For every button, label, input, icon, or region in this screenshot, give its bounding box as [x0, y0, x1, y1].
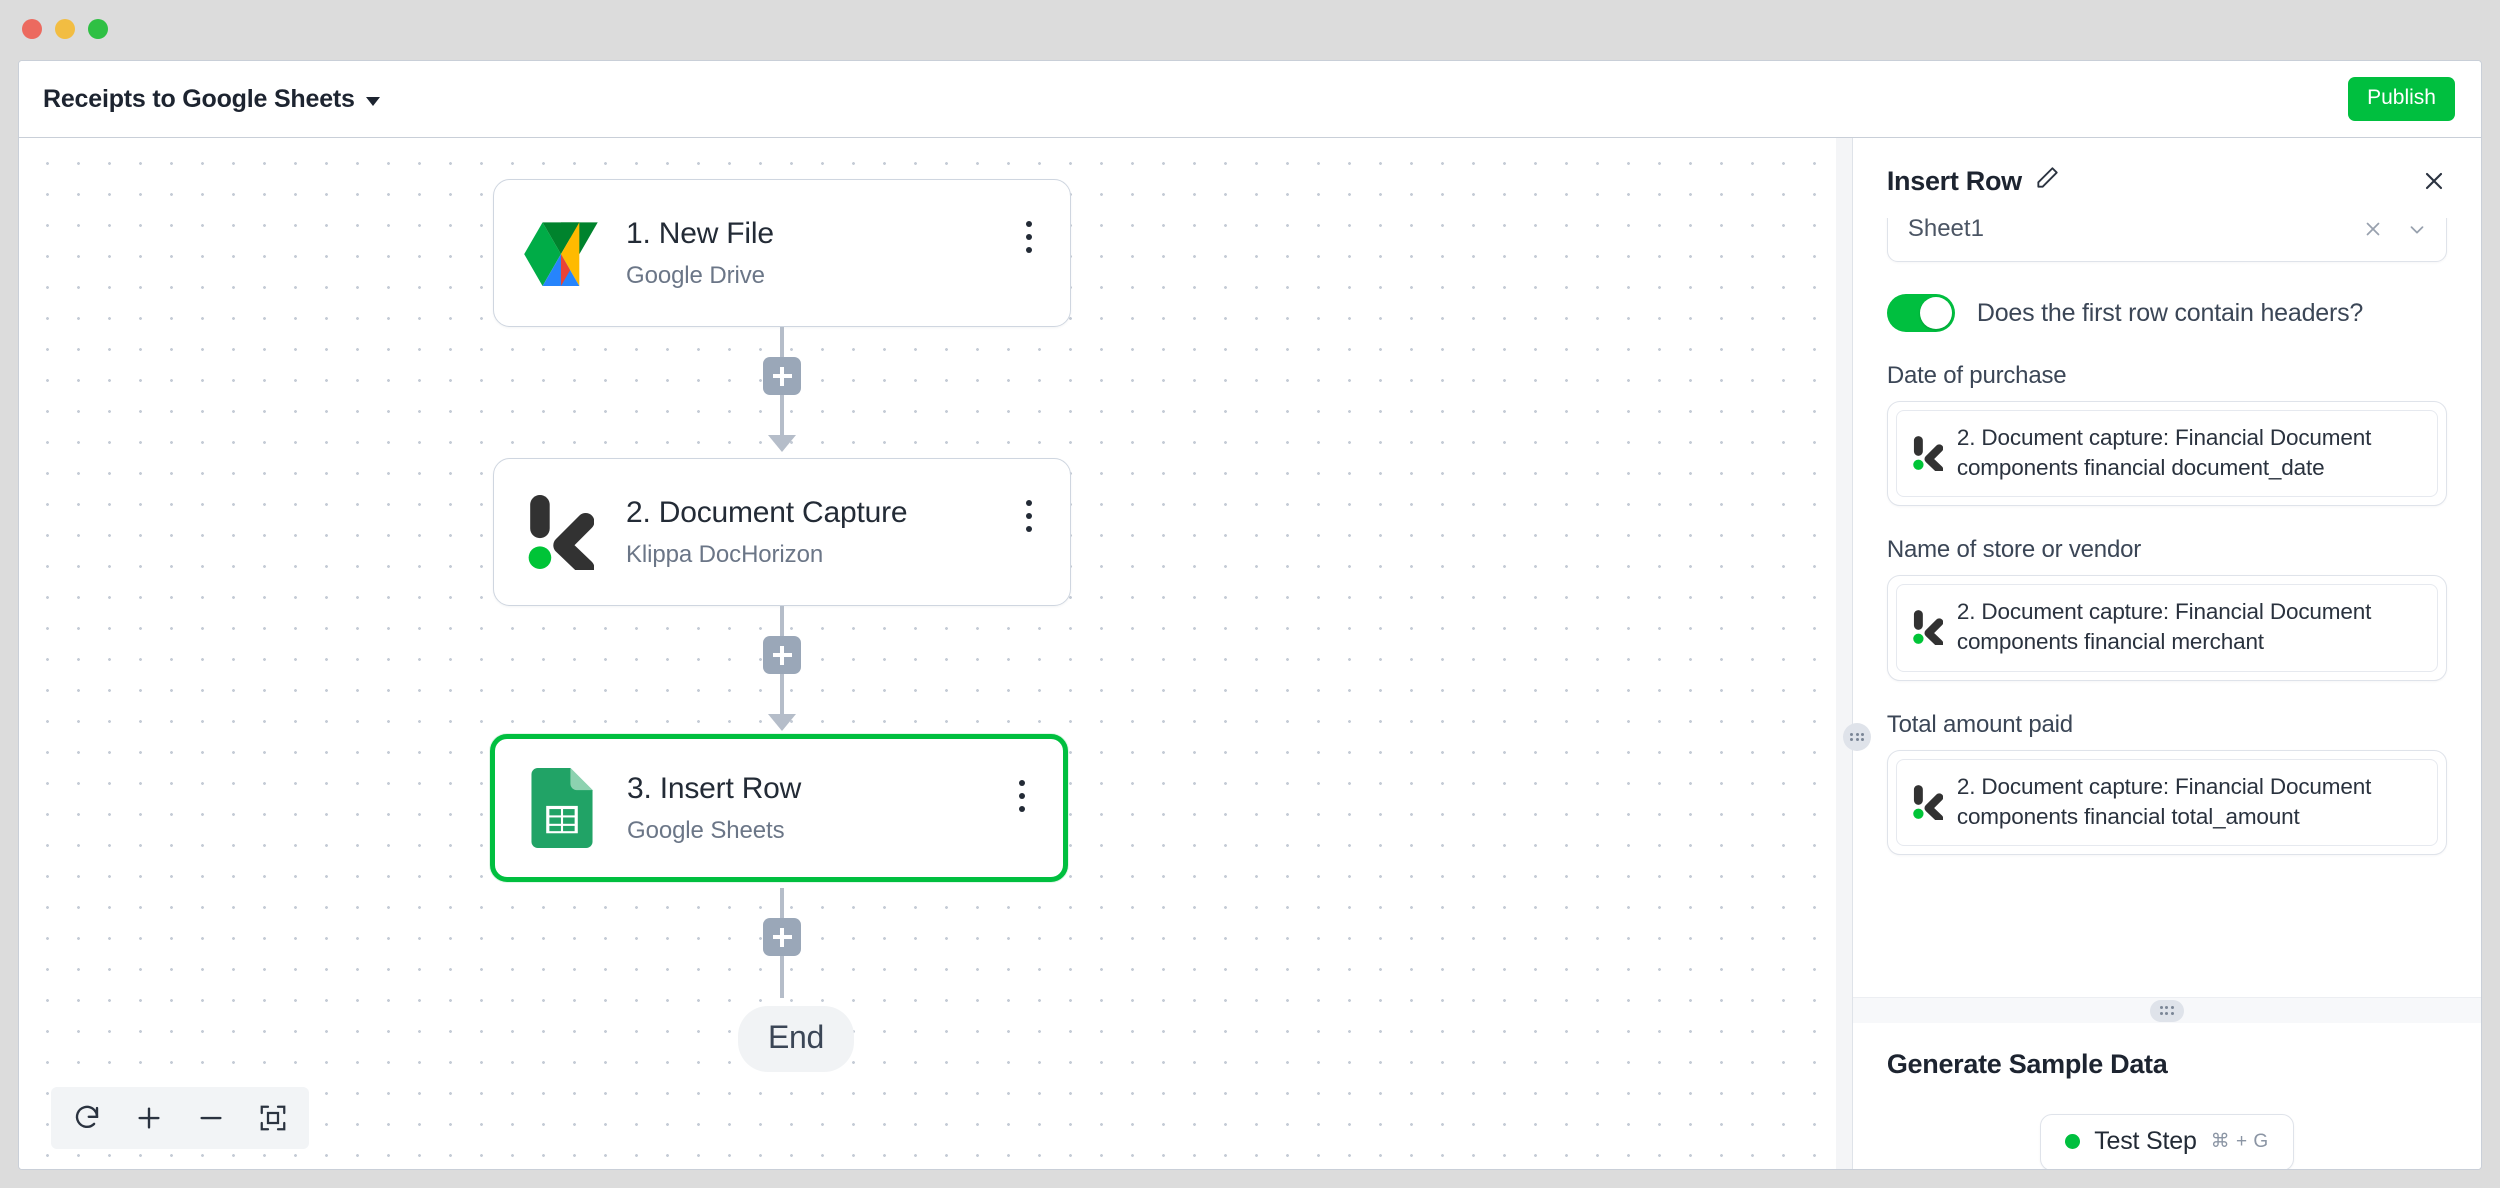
headers-toggle-row: Does the first row contain headers? — [1886, 294, 2447, 332]
toggle-knob — [1919, 297, 1952, 329]
flow-node-3-text: 3. Insert Row Google Sheets — [627, 771, 1007, 846]
close-icon[interactable] — [2417, 164, 2451, 198]
drag-handle-icon — [1850, 732, 1864, 742]
os-window: Receipts to Google Sheets Publish 1. New… — [0, 0, 2500, 1188]
first-row-headers-label: Does the first row contain headers? — [1976, 298, 2364, 327]
flow-title-dropdown[interactable]: Receipts to Google Sheets — [43, 85, 380, 114]
field-total-amount-paid: Total amount paid 2. Document capture: F… — [1886, 710, 2447, 855]
flow-end-node: End — [738, 1006, 855, 1072]
add-step-button-3[interactable] — [763, 918, 801, 956]
klippa-dochorizon-icon — [1913, 784, 1944, 823]
reset-view-button[interactable] — [61, 1095, 113, 1141]
flow-node-1[interactable]: 1. New File Google Drive — [493, 179, 1071, 327]
field-input[interactable]: 2. Document capture: Financial Document … — [1886, 575, 2447, 681]
google-sheets-icon — [523, 768, 601, 848]
sheet-select-actions — [2362, 218, 2428, 240]
test-step-wrap: Test Step ⌘ + G — [1887, 1114, 2447, 1169]
flow-node-2-menu-icon[interactable] — [1014, 493, 1044, 539]
panel-gutter — [1835, 138, 1853, 1169]
flow-node-3-title: 3. Insert Row — [627, 771, 802, 805]
panel-title: Insert Row — [1886, 166, 2022, 196]
klippa-dochorizon-icon — [522, 493, 600, 571]
flow-node-3-subtitle: Google Sheets — [627, 817, 785, 845]
token-label: 2. Document capture: Financial Document … — [1956, 425, 2372, 481]
canvas-toolbar — [51, 1087, 309, 1149]
flow-node-2-title: 2. Document Capture — [626, 495, 908, 529]
connector-arrow-1 — [768, 435, 796, 452]
add-step-button-2[interactable] — [763, 636, 801, 674]
klippa-dochorizon-icon — [1913, 435, 1944, 474]
generate-sample-data-section: Generate Sample Data Test Step ⌘ + G — [1853, 1023, 2481, 1169]
panel-scroll-area[interactable]: Sheet1 Does the first row contain header… — [1853, 218, 2481, 997]
flow-canvas[interactable]: 1. New File Google Drive 2. Document Cap… — [19, 138, 1836, 1169]
klippa-dochorizon-icon — [1913, 609, 1944, 648]
page-title: Receipts to Google Sheets — [43, 84, 355, 113]
field-input[interactable]: 2. Document capture: Financial Document … — [1886, 401, 2447, 507]
pencil-icon[interactable] — [2034, 165, 2060, 191]
panel-splitter[interactable] — [1852, 997, 2481, 1023]
token-label: 2. Document capture: Financial Document … — [1956, 599, 2372, 655]
drag-handle-icon[interactable] — [2149, 999, 2184, 1022]
clear-icon[interactable] — [2362, 218, 2384, 240]
token-chip[interactable]: 2. Document capture: Financial Document … — [1895, 758, 2438, 846]
fit-view-button[interactable] — [247, 1095, 299, 1141]
status-badge — [2065, 1134, 2081, 1149]
add-step-button-1[interactable] — [763, 357, 801, 395]
field-label: Date of purchase — [1886, 362, 2067, 389]
field-label: Total amount paid — [1886, 710, 2073, 738]
first-row-headers-toggle[interactable] — [1886, 294, 1955, 332]
window-maximize-button[interactable] — [88, 19, 108, 39]
token-chip[interactable]: 2. Document capture: Financial Document … — [1895, 584, 2438, 672]
flow-node-2[interactable]: 2. Document Capture Klippa DocHorizon — [493, 458, 1071, 606]
flow-node-1-title: 1. New File — [626, 216, 774, 250]
test-step-label: Test Step — [2094, 1127, 2197, 1155]
app-frame: Receipts to Google Sheets Publish 1. New… — [18, 60, 2482, 1170]
token-chip[interactable]: 2. Document capture: Financial Document … — [1895, 410, 2438, 498]
panel-resize-handle[interactable] — [1843, 723, 1871, 751]
sheet-select[interactable]: Sheet1 — [1886, 218, 2447, 262]
sample-data-title: Generate Sample Data — [1886, 1049, 2168, 1079]
field-input[interactable]: 2. Document capture: Financial Document … — [1886, 749, 2447, 855]
step-settings-panel: Insert Row Sheet1 Does the first row con… — [1852, 138, 2481, 1169]
app-header: Receipts to Google Sheets Publish — [19, 61, 2481, 138]
zoom-in-button[interactable] — [123, 1095, 175, 1141]
test-step-shortcut: ⌘ + G — [2210, 1131, 2269, 1152]
field-date-of-purchase: Date of purchase 2. Document capture: Fi… — [1886, 362, 2447, 507]
flow-node-3[interactable]: 3. Insert Row Google Sheets — [490, 734, 1068, 882]
field-label: Name of store or vendor — [1886, 536, 2142, 564]
chevron-down-icon — [365, 96, 380, 106]
panel-title-row: Insert Row — [1887, 166, 2447, 197]
panel-header: Insert Row — [1853, 138, 2481, 218]
flow-node-2-subtitle: Klippa DocHorizon — [626, 541, 824, 569]
window-minimize-button[interactable] — [55, 19, 75, 39]
connector-arrow-2 — [768, 714, 796, 731]
test-step-button[interactable]: Test Step ⌘ + G — [2040, 1114, 2294, 1169]
chevron-down-icon[interactable] — [2406, 218, 2428, 240]
flow-node-3-menu-icon[interactable] — [1007, 773, 1037, 819]
zoom-out-button[interactable] — [185, 1095, 237, 1141]
token-label: 2. Document capture: Financial Document … — [1956, 773, 2372, 829]
field-name-of-store-or-vendor: Name of store or vendor 2. Document capt… — [1886, 536, 2447, 681]
flow-node-2-text: 2. Document Capture Klippa DocHorizon — [626, 495, 1014, 570]
app-body: 1. New File Google Drive 2. Document Cap… — [19, 138, 2481, 1169]
window-titlebar — [0, 0, 2500, 58]
flow-node-1-menu-icon[interactable] — [1014, 214, 1044, 260]
google-drive-icon — [522, 214, 600, 292]
window-close-button[interactable] — [22, 19, 42, 39]
flow-node-1-text: 1. New File Google Drive — [626, 216, 1014, 291]
publish-button[interactable]: Publish — [2348, 77, 2455, 121]
flow-node-1-subtitle: Google Drive — [626, 262, 765, 290]
sheet-select-value: Sheet1 — [1907, 218, 1984, 242]
